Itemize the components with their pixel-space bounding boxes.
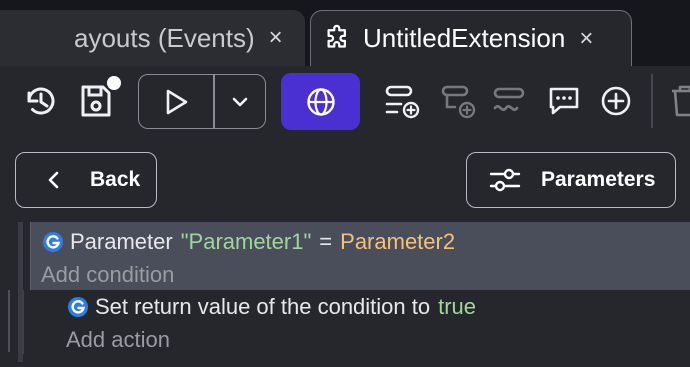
condition-prefix: Parameter: [70, 229, 173, 254]
tab-label: UntitledExtension: [363, 23, 566, 53]
back-button[interactable]: Back: [15, 152, 157, 208]
parameters-label: Parameters: [541, 168, 656, 191]
chevron-down-icon[interactable]: [215, 75, 265, 128]
tab-label: ayouts (Events): [74, 22, 255, 53]
globe-icon: [306, 87, 335, 116]
history-icon[interactable]: [20, 80, 62, 122]
delete-icon[interactable]: [664, 80, 690, 122]
add-event-icon[interactable]: [382, 80, 422, 122]
network-preview-button[interactable]: [281, 73, 360, 130]
action-text: Set return value of the condition to: [95, 294, 431, 319]
gdevelop-logo-icon: [43, 232, 63, 252]
close-icon[interactable]: ×: [579, 25, 593, 53]
gdevelop-logo-icon: [68, 297, 88, 317]
action-row[interactable]: Set return value of the condition to tru…: [67, 292, 476, 322]
action-rail: [22, 290, 24, 354]
parameters-button[interactable]: Parameters: [466, 152, 676, 208]
tab-layouts-events[interactable]: ayouts (Events) ×: [0, 10, 305, 66]
condition-right-value[interactable]: Parameter2: [340, 229, 455, 255]
chevron-left-icon: [48, 171, 59, 189]
condition-row[interactable]: Parameter "Parameter1" = Parameter2: [42, 227, 455, 257]
tab-untitled-extension[interactable]: UntitledExtension ×: [310, 10, 632, 66]
sliders-icon: [489, 168, 521, 192]
add-action-link[interactable]: Add action: [66, 326, 170, 354]
chat-icon[interactable]: [544, 80, 584, 122]
unsaved-indicator-dot: [107, 76, 121, 90]
action-value[interactable]: true: [438, 294, 476, 320]
event-rail-line: [8, 290, 10, 352]
divider: [30, 222, 31, 290]
extension-puzzle-icon: [327, 24, 346, 48]
add-condition-link[interactable]: Add condition: [41, 261, 174, 289]
toolbar-separator: [651, 74, 653, 128]
add-subevent-icon[interactable]: [438, 80, 478, 122]
add-comment-icon[interactable]: [490, 80, 530, 122]
add-icon[interactable]: [596, 80, 636, 122]
condition-string-value[interactable]: "Parameter1": [181, 229, 312, 255]
play-icon[interactable]: [139, 75, 213, 128]
back-label: Back: [90, 168, 141, 191]
condition-operator: =: [319, 229, 333, 254]
close-icon[interactable]: ×: [269, 24, 283, 52]
